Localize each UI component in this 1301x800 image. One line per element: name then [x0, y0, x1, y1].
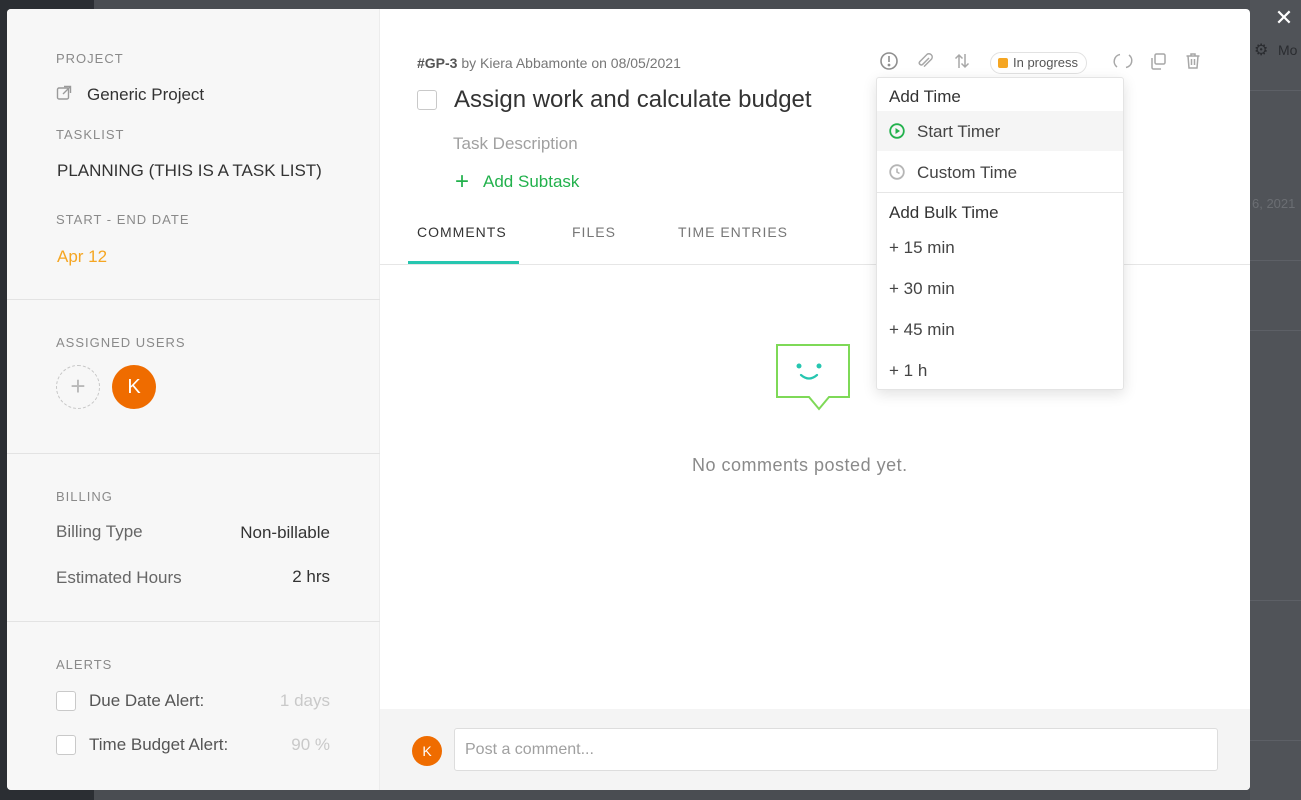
paperclip-icon[interactable]: [915, 51, 935, 71]
status-dot: [998, 58, 1008, 68]
background-list-strip: [1250, 0, 1301, 800]
bulk-time-15-item[interactable]: + 15 min: [877, 227, 1123, 267]
clock-icon: [889, 164, 905, 180]
add-time-dropdown: Add Time Start Timer Custom Time Add Bul…: [876, 77, 1124, 390]
task-complete-checkbox[interactable]: [417, 90, 437, 110]
date-label: START - END DATE: [56, 212, 190, 227]
divider: [7, 621, 380, 622]
close-icon[interactable]: ✕: [1272, 6, 1296, 30]
bulk-time-30-item[interactable]: + 30 min: [877, 268, 1123, 308]
copy-icon[interactable]: [1148, 51, 1168, 71]
due-date-alert-value[interactable]: 1 days: [280, 691, 330, 711]
tab-comments[interactable]: COMMENTS: [417, 224, 507, 240]
time-budget-alert-label: Time Budget Alert:: [89, 735, 229, 754]
tasklist-name[interactable]: PLANNING (THIS IS A TASK LIST): [57, 161, 322, 181]
tasklist-label: TASKLIST: [56, 127, 125, 142]
clock-icon[interactable]: [879, 51, 899, 71]
avatar[interactable]: K: [112, 365, 156, 409]
task-sidebar: PROJECT Generic Project TASKLIST PLANNIN…: [7, 9, 380, 790]
add-subtask-label: Add Subtask: [483, 172, 580, 191]
no-comments-text: No comments posted yet.: [692, 455, 908, 475]
speech-bubble-smiley-icon: [776, 344, 850, 411]
trash-icon[interactable]: [1183, 51, 1203, 71]
play-icon: [889, 123, 905, 139]
add-bulk-time-header: Add Bulk Time: [889, 203, 999, 222]
bulk-time-label: + 45 min: [889, 320, 955, 339]
comment-bar: K: [380, 709, 1250, 790]
add-user-button[interactable]: +: [56, 365, 100, 409]
due-date-alert-label: Due Date Alert:: [89, 691, 205, 710]
background-date: 6, 2021: [1252, 196, 1296, 211]
sort-arrows-icon[interactable]: [952, 51, 972, 71]
add-time-header: Add Time: [889, 87, 961, 106]
bulk-time-1h-item[interactable]: + 1 h: [877, 350, 1123, 390]
billing-type-label: Billing Type: [56, 522, 143, 541]
time-budget-alert-checkbox[interactable]: [56, 735, 76, 755]
time-budget-alert-value[interactable]: 90 %: [291, 735, 330, 755]
custom-time-label: Custom Time: [917, 163, 1018, 182]
task-meta: #GP-3 by Kiera Abbamonte on 08/05/2021: [417, 55, 681, 71]
plus-icon: +: [455, 168, 470, 195]
status-label: In progress: [1013, 55, 1079, 70]
recurring-icon[interactable]: [1113, 51, 1133, 71]
date-value[interactable]: Apr 12: [57, 247, 107, 267]
billing-label: BILLING: [56, 489, 113, 504]
bulk-time-label: + 15 min: [889, 238, 955, 257]
bulk-time-45-item[interactable]: + 45 min: [877, 309, 1123, 349]
add-subtask-button[interactable]: + Add Subtask: [455, 168, 580, 195]
estimated-hours-label: Estimated Hours: [56, 568, 182, 587]
start-timer-item[interactable]: Start Timer: [877, 111, 1123, 151]
task-title[interactable]: Assign work and calculate budget: [454, 86, 812, 114]
alerts-label: ALERTS: [56, 657, 113, 672]
external-link-icon[interactable]: [56, 85, 72, 101]
gear-icon: ⚙: [1254, 42, 1269, 59]
task-description[interactable]: Task Description: [453, 134, 578, 154]
tab-files[interactable]: FILES: [572, 224, 616, 240]
background-menu-label: Mo: [1278, 42, 1298, 58]
avatar: K: [412, 736, 442, 766]
due-date-alert-checkbox[interactable]: [56, 691, 76, 711]
start-timer-label: Start Timer: [917, 122, 1001, 141]
status-badge[interactable]: In progress: [990, 52, 1088, 74]
project-name[interactable]: Generic Project: [87, 85, 204, 105]
custom-time-item[interactable]: Custom Time: [877, 152, 1123, 192]
bulk-time-label: + 30 min: [889, 279, 955, 298]
assigned-users-label: ASSIGNED USERS: [56, 335, 186, 350]
divider: [877, 192, 1123, 193]
estimated-hours-value[interactable]: 2 hrs: [292, 567, 330, 587]
bulk-time-label: + 1 h: [889, 361, 928, 380]
divider: [7, 299, 380, 300]
comment-input[interactable]: [454, 728, 1218, 771]
project-label: PROJECT: [56, 51, 124, 66]
billing-type-value[interactable]: Non-billable: [240, 523, 330, 543]
task-id: #GP-3: [417, 55, 458, 71]
divider: [7, 453, 380, 454]
tab-time-entries[interactable]: TIME ENTRIES: [678, 224, 788, 240]
task-author-date: by Kiera Abbamonte on 08/05/2021: [457, 55, 681, 71]
